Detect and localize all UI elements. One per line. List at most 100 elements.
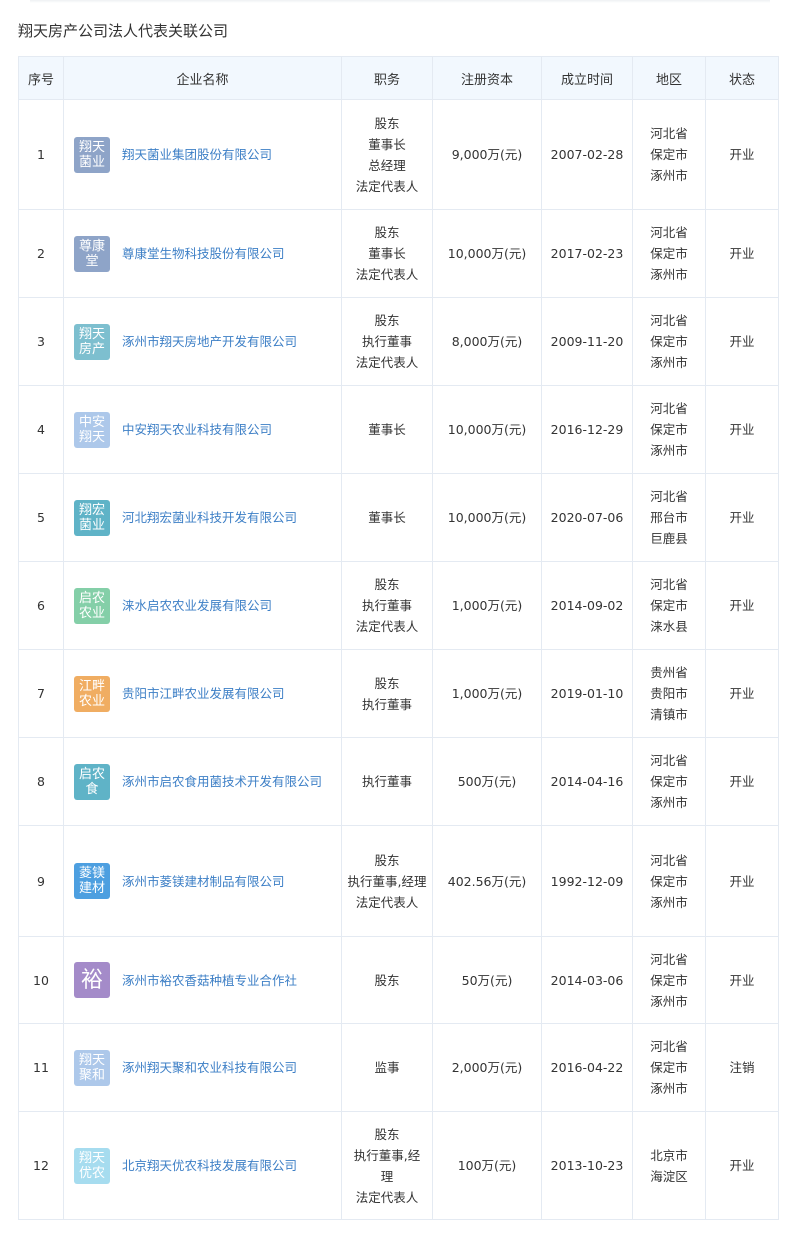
founded-cell: 2013-10-23 xyxy=(541,1111,633,1220)
company-name-cell: 翔天聚和 涿州翔天聚和农业科技有限公司 xyxy=(63,1023,342,1112)
region-cell: 贵州省 贵阳市 清镇市 xyxy=(632,649,706,738)
header-company-name: 企业名称 xyxy=(63,56,342,100)
company-name-link[interactable]: 北京翔天优农科技发展有限公司 xyxy=(122,1155,297,1176)
row-index: 4 xyxy=(18,385,64,474)
capital-cell: 1,000万(元) xyxy=(432,649,542,738)
company-logo-icon[interactable]: 启农食 xyxy=(74,763,110,800)
region-cell: 河北省 保定市 涿州市 xyxy=(632,209,706,298)
company-logo-icon[interactable]: 江畔农业 xyxy=(74,675,110,712)
region-cell: 河北省 保定市 涿州市 xyxy=(632,1023,706,1112)
company-name-cell: 江畔农业 贵阳市江畔农业发展有限公司 xyxy=(63,649,342,738)
role-line: 董事长 xyxy=(368,136,406,152)
company-logo-icon[interactable]: 翔天菌业 xyxy=(74,136,110,173)
region-line: 保定市 xyxy=(650,147,688,162)
founded-cell: 2014-03-06 xyxy=(541,936,633,1024)
founded-cell: 2019-01-10 xyxy=(541,649,633,738)
row-index: 6 xyxy=(18,561,64,650)
role-line: 执行董事 xyxy=(361,598,412,613)
company-name-cell: 中安翔天 中安翔天农业科技有限公司 xyxy=(63,385,342,474)
founded-cell: 2014-09-02 xyxy=(541,561,633,650)
region-line: 贵阳市 xyxy=(650,686,688,701)
region-line: 涿州市 xyxy=(650,443,688,458)
capital-cell: 8,000万(元) xyxy=(432,297,542,386)
company-name-link[interactable]: 涿州市菱镁建材制品有限公司 xyxy=(122,871,285,892)
region-line: 北京市 xyxy=(650,1147,688,1163)
company-name-link[interactable]: 中安翔天农业科技有限公司 xyxy=(122,419,272,440)
capital-cell: 1,000万(元) xyxy=(432,561,542,650)
company-name-link[interactable]: 翔天菌业集团股份有限公司 xyxy=(122,144,272,165)
header-role: 职务 xyxy=(341,56,433,100)
region-line: 保定市 xyxy=(650,972,688,988)
role-line: 股东 xyxy=(374,313,400,328)
capital-cell: 2,000万(元) xyxy=(432,1023,542,1112)
header-index: 序号 xyxy=(18,56,64,100)
region-line: 保定市 xyxy=(650,1060,688,1075)
row-index: 2 xyxy=(18,209,64,298)
region-line: 保定市 xyxy=(650,598,688,613)
company-name-link[interactable]: 涿州翔天聚和农业科技有限公司 xyxy=(122,1057,297,1078)
table-row: 6 启农农业 涞水启农农业发展有限公司 股东 执行董事 法定代表人 1,000万(元) 201… xyxy=(18,561,779,650)
table-row: 4 中安翔天 中安翔天农业科技有限公司 董事长 10,000万(元) 2016-12-29… xyxy=(18,385,779,474)
company-name-cell: 菱镁建材 涿州市菱镁建材制品有限公司 xyxy=(63,825,342,937)
status-cell: 开业 xyxy=(705,385,779,474)
region-cell: 北京市 海淀区 xyxy=(632,1111,706,1220)
table-body: 1 翔天菌业 翔天菌业集团股份有限公司 股东 董事长 总经理 法定代表人 9,000万(元) 2… xyxy=(18,99,779,1220)
company-name-link[interactable]: 涞水启农农业发展有限公司 xyxy=(122,595,272,616)
company-logo-icon[interactable]: 中安翔天 xyxy=(74,411,110,448)
company-name-link[interactable]: 河北翔宏菌业科技开发有限公司 xyxy=(122,507,297,528)
region-line: 涿州市 xyxy=(650,168,688,183)
company-logo-icon[interactable]: 启农农业 xyxy=(74,587,110,624)
region-line: 涿州市 xyxy=(650,993,688,1009)
role-line: 监事 xyxy=(374,1060,400,1075)
status-cell: 注销 xyxy=(705,1023,779,1112)
role-cell: 董事长 xyxy=(341,385,433,474)
region-line: 清镇市 xyxy=(650,707,688,722)
row-index: 10 xyxy=(18,936,64,1024)
table-row: 7 江畔农业 贵阳市江畔农业发展有限公司 股东 执行董事 1,000万(元) 2019-01… xyxy=(18,649,779,738)
table-row: 2 尊康堂 尊康堂生物科技股份有限公司 股东 董事长 法定代表人 10,000万(元) 201… xyxy=(18,209,779,298)
company-logo-icon[interactable]: 翔天聚和 xyxy=(74,1049,110,1086)
company-logo-icon[interactable]: 翔宏菌业 xyxy=(74,499,110,536)
company-name-link[interactable]: 尊康堂生物科技股份有限公司 xyxy=(122,243,285,264)
founded-cell: 2014-04-16 xyxy=(541,737,633,826)
company-name-cell: 启农食 涿州市启农食用菌技术开发有限公司 xyxy=(63,737,342,826)
status-cell: 开业 xyxy=(705,99,779,210)
role-cell: 董事长 xyxy=(341,473,433,562)
founded-cell: 2009-11-20 xyxy=(541,297,633,386)
founded-cell: 2016-04-22 xyxy=(541,1023,633,1112)
company-name-cell: 翔天菌业 翔天菌业集团股份有限公司 xyxy=(63,99,342,210)
row-index: 5 xyxy=(18,473,64,562)
company-logo-icon[interactable]: 翔天房产 xyxy=(74,323,110,360)
company-name-cell: 启农农业 涞水启农农业发展有限公司 xyxy=(63,561,342,650)
company-logo-icon[interactable]: 翔天优农 xyxy=(74,1147,110,1184)
role-line: 法定代表人 xyxy=(355,1189,419,1205)
region-line: 海淀区 xyxy=(650,1168,688,1184)
region-line: 贵州省 xyxy=(650,665,688,680)
company-name-link[interactable]: 涿州市裕农香菇种植专业合作社 xyxy=(122,970,297,991)
company-logo-icon[interactable]: 菱镁建材 xyxy=(74,863,110,899)
table-row: 12 翔天优农 北京翔天优农科技发展有限公司 股东 执行董事,经理法定代表人 100万(元… xyxy=(18,1111,779,1220)
role-line: 股东 xyxy=(374,225,400,240)
company-name-link[interactable]: 贵阳市江畔农业发展有限公司 xyxy=(122,683,285,704)
role-cell: 股东 执行董事 法定代表人 xyxy=(341,297,433,386)
capital-cell: 9,000万(元) xyxy=(432,99,542,210)
row-index: 1 xyxy=(18,99,64,210)
header-founded: 成立时间 xyxy=(541,56,633,100)
founded-cell: 2016-12-29 xyxy=(541,385,633,474)
company-logo-icon[interactable]: 裕 xyxy=(74,962,110,998)
company-name-link[interactable]: 涿州市启农食用菌技术开发有限公司 xyxy=(122,771,322,792)
company-name-link[interactable]: 涿州市翔天房地产开发有限公司 xyxy=(122,331,297,352)
role-line: 法定代表人 xyxy=(355,894,419,910)
company-name-cell: 翔天房产 涿州市翔天房地产开发有限公司 xyxy=(63,297,342,386)
table-row: 3 翔天房产 涿州市翔天房地产开发有限公司 股东 执行董事 法定代表人 8,000万(元) 2… xyxy=(18,297,779,386)
region-line: 河北省 xyxy=(650,1039,688,1054)
role-cell: 股东 执行董事 法定代表人 xyxy=(341,561,433,650)
region-cell: 河北省 保定市 涿州市 xyxy=(632,825,706,937)
company-logo-icon[interactable]: 尊康堂 xyxy=(74,235,110,272)
role-line: 执行董事,经理 xyxy=(347,873,427,889)
header-capital: 注册资本 xyxy=(432,56,542,100)
role-cell: 股东 执行董事 xyxy=(341,649,433,738)
status-cell: 开业 xyxy=(705,649,779,738)
row-index: 7 xyxy=(18,649,64,738)
region-cell: 河北省 邢台市 巨鹿县 xyxy=(632,473,706,562)
